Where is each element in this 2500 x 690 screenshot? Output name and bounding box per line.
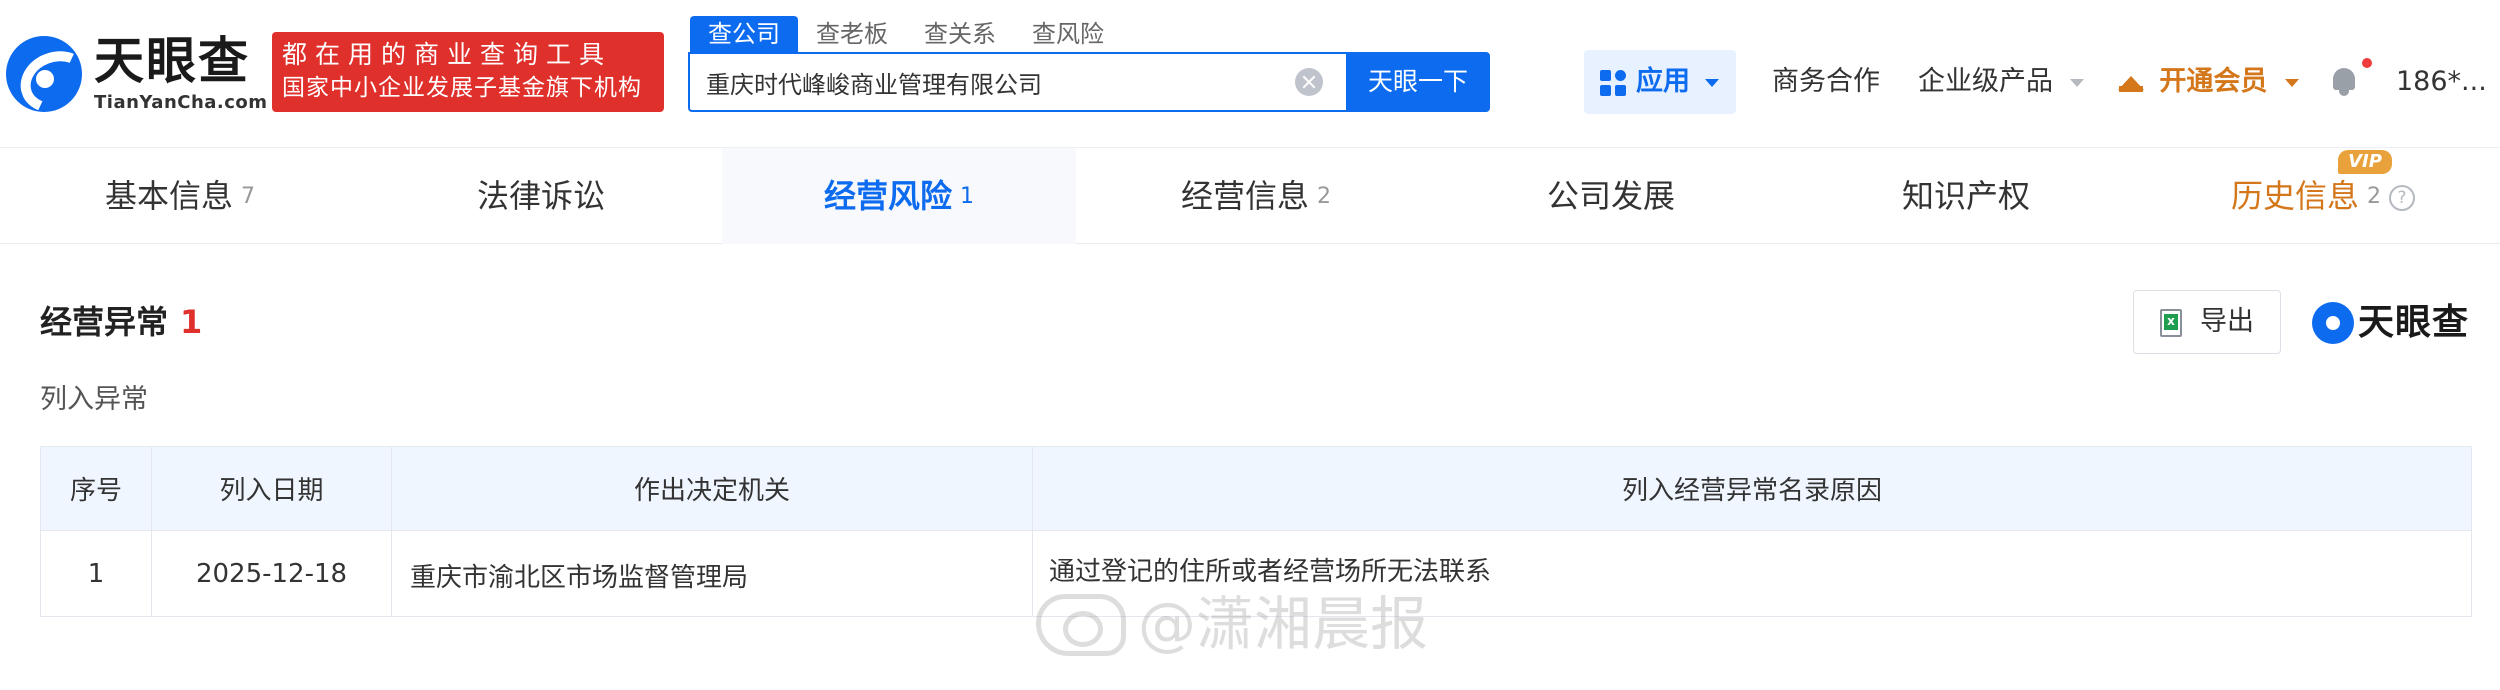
tab-basic-info[interactable]: 基本信息 7 xyxy=(0,148,360,244)
chevron-down-icon xyxy=(2069,78,2084,87)
search-input[interactable] xyxy=(706,62,1306,102)
logo-text: 天眼查 xyxy=(94,32,250,90)
search-tab-relation[interactable]: 查关系 xyxy=(906,16,1014,52)
cell-reason: 通过登记的住所或者经营场所无法联系 xyxy=(1032,530,2472,617)
tab-label: 知识产权 xyxy=(1901,177,2030,215)
user-phone-label: 186*... xyxy=(2396,66,2487,97)
nav-business-label: 商务合作 xyxy=(1772,66,1880,97)
header-reason: 列入经营异常名录原因 xyxy=(1032,446,2472,531)
clear-icon[interactable] xyxy=(1295,68,1323,96)
nav-vip-label: 开通会员 xyxy=(2159,66,2268,97)
vip-badge: VIP xyxy=(2338,150,2392,174)
tab-label: 法律诉讼 xyxy=(476,177,605,215)
top-header: 天眼查 TianYanCha.com 都在用的商业查询工具 国家中小企业发展子基… xyxy=(0,0,2500,148)
search-box: 天眼一下 xyxy=(688,52,1490,112)
promo-line-2: 国家中小企业发展子基金旗下机构 xyxy=(282,75,642,101)
export-label: 导出 xyxy=(2200,306,2254,337)
tab-legal-litigation[interactable]: 法律诉讼 xyxy=(360,148,722,244)
tab-label: 历史信息 xyxy=(2230,177,2359,215)
crown-icon xyxy=(2118,72,2144,92)
table-row: 1 2025-12-18 重庆市渝北区市场监督管理局 通过登记的住所或者经营场所… xyxy=(40,530,2472,617)
bell-icon[interactable] xyxy=(2330,66,2358,96)
tab-company-development[interactable]: 公司发展 xyxy=(1436,148,1786,244)
search-tab-boss[interactable]: 查老板 xyxy=(798,16,906,52)
section-title-text: 经营异常 xyxy=(40,303,169,341)
section-count: 1 xyxy=(180,303,203,341)
chevron-down-icon xyxy=(1705,79,1719,87)
tab-intellectual-property[interactable]: 知识产权 xyxy=(1786,148,2146,244)
chevron-down-icon xyxy=(2284,78,2299,87)
tab-count: 2 xyxy=(1317,184,1331,209)
question-circle-icon[interactable]: ? xyxy=(2389,185,2415,211)
search-tab-risk[interactable]: 查风险 xyxy=(1014,16,1122,52)
brand-logo-text: 天眼查 xyxy=(2358,302,2470,343)
tab-count: 7 xyxy=(241,184,255,209)
promo-banner[interactable]: 都在用的商业查询工具 国家中小企业发展子基金旗下机构 xyxy=(272,32,664,112)
subsection-title: 列入异常 xyxy=(40,384,148,415)
search-button[interactable]: 天眼一下 xyxy=(1346,52,1490,112)
search-tab-company[interactable]: 查公司 xyxy=(690,16,798,52)
cell-date: 2025-12-18 xyxy=(151,530,392,617)
tab-history-info[interactable]: 历史信息 2? xyxy=(2146,148,2500,244)
app-menu-button[interactable]: 应用 xyxy=(1584,50,1736,114)
tab-operating-risk[interactable]: 经营风险 1 xyxy=(722,148,1076,244)
notification-dot xyxy=(2362,58,2372,68)
export-button[interactable]: 导出 xyxy=(2133,290,2281,354)
promo-line-1: 都在用的商业查询工具 xyxy=(282,40,613,69)
user-account-menu[interactable]: 186*... xyxy=(2396,60,2487,104)
nav-enterprise-label: 企业级产品 xyxy=(1918,66,2053,97)
tab-count: 1 xyxy=(960,184,974,209)
excel-file-icon xyxy=(2160,309,2182,337)
app-grid-icon xyxy=(1600,70,1626,96)
cell-authority: 重庆市渝北区市场监督管理局 xyxy=(391,530,1033,617)
section-brand-logo: 天眼查 xyxy=(2312,298,2478,348)
tab-label: 经营信息 xyxy=(1180,177,1309,215)
tab-count: 2 xyxy=(2367,184,2381,209)
nav-business-cooperation[interactable]: 商务合作 xyxy=(1772,60,1880,104)
tab-label: 公司发展 xyxy=(1546,177,1675,215)
nav-enterprise-products[interactable]: 企业级产品 xyxy=(1918,60,2084,104)
tab-label: 基本信息 xyxy=(104,177,233,215)
table-header-row: 序号 列入日期 作出决定机关 列入经营异常名录原因 xyxy=(40,446,2472,531)
tab-label: 经营风险 xyxy=(823,177,952,215)
eye-logo-icon xyxy=(6,36,82,112)
tab-operating-info[interactable]: 经营信息 2 xyxy=(1076,148,1436,244)
nav-open-vip[interactable]: 开通会员 xyxy=(2118,60,2299,104)
cell-index: 1 xyxy=(40,530,152,617)
logo-domain: TianYanCha.com xyxy=(94,92,268,113)
header-index: 序号 xyxy=(40,446,152,531)
company-tab-bar: 基本信息 7 法律诉讼 经营风险 1 经营信息 2 公司发展 知识产权 历史信息 2? xyxy=(0,148,2500,244)
app-menu-label: 应用 xyxy=(1636,66,1690,97)
header-authority: 作出决定机关 xyxy=(391,446,1033,531)
section-title: 经营异常 1 xyxy=(40,300,202,344)
tianyancha-logo[interactable]: 天眼查 TianYanCha.com xyxy=(6,30,267,116)
eye-logo-icon xyxy=(2312,302,2354,344)
abnormal-operation-table: 序号 列入日期 作出决定机关 列入经营异常名录原因 1 2025-12-18 重… xyxy=(40,446,2472,617)
search-type-tabs: 查公司 查老板 查关系 查风险 xyxy=(690,16,1122,52)
header-date: 列入日期 xyxy=(151,446,392,531)
